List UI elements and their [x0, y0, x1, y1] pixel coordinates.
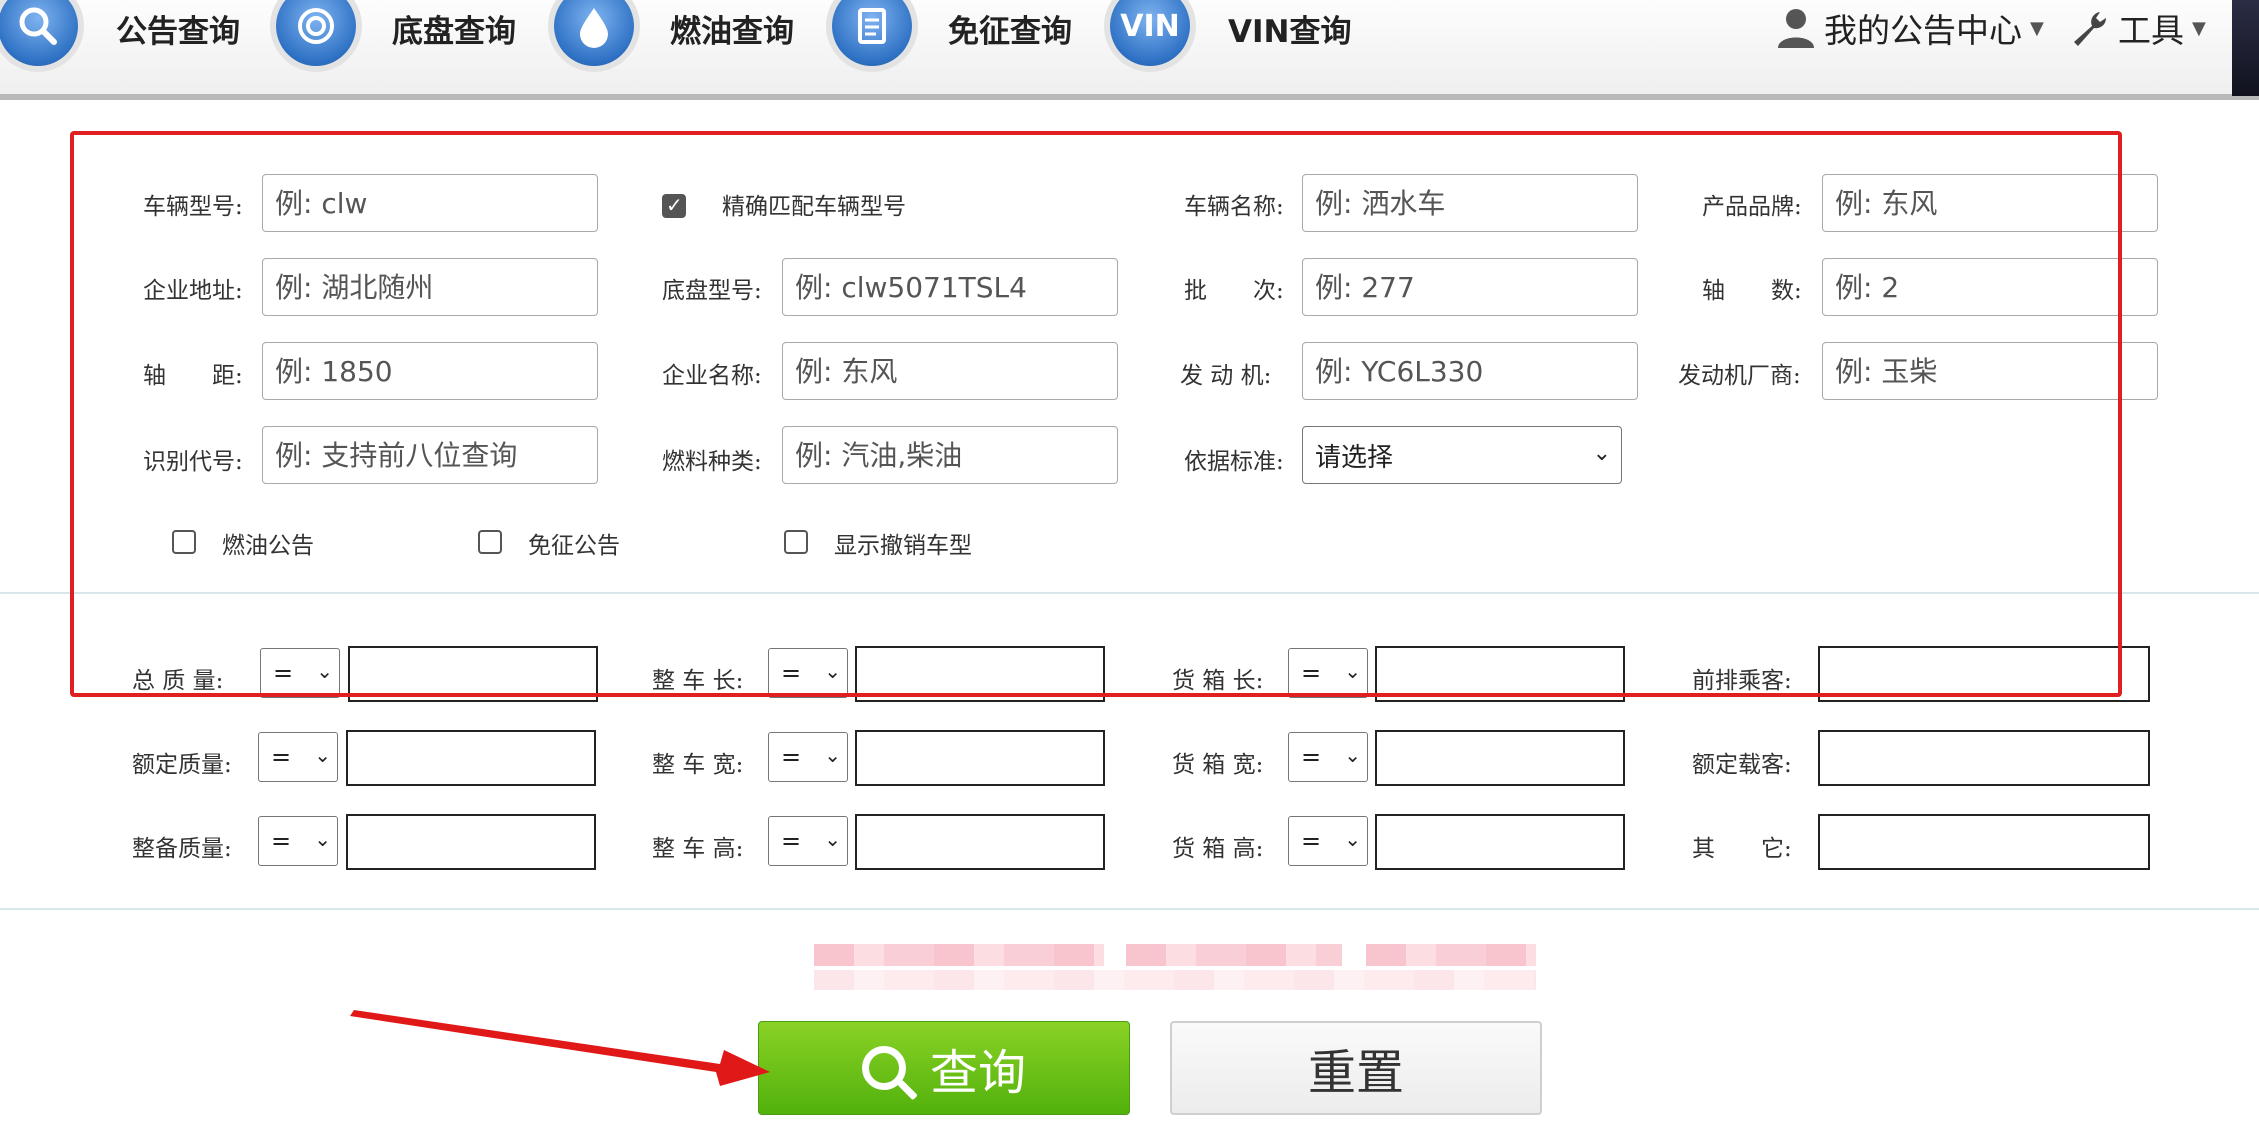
curb-mass-input[interactable]	[346, 814, 596, 870]
operator-value: =	[781, 743, 802, 771]
search-button-label: 查询	[929, 1045, 1026, 1101]
cargo-height-operator[interactable]: = ⌄	[1288, 816, 1368, 866]
document-icon	[832, 0, 912, 66]
vin-icon: VIN	[1110, 0, 1190, 66]
rated-mass-label: 额定质量:	[132, 752, 232, 778]
cargo-width-label: 货 箱 宽:	[1172, 752, 1264, 778]
fuel-drop-icon	[554, 0, 634, 66]
chevron-down-icon: ⌄	[824, 743, 841, 767]
curb-mass-operator[interactable]: = ⌄	[258, 816, 338, 866]
operator-value: =	[271, 827, 292, 855]
cargo-height-input[interactable]	[1375, 814, 1625, 870]
width-input[interactable]	[855, 730, 1105, 786]
cargo-width-operator[interactable]: = ⌄	[1288, 732, 1368, 782]
user-center-label: 我的公告中心	[1824, 11, 2022, 50]
chevron-down-icon: ▼	[2030, 17, 2044, 39]
highlight-frame	[70, 131, 2122, 697]
height-label: 整 车 高:	[652, 836, 744, 862]
rated-passengers-label: 额定载客:	[1692, 752, 1792, 778]
tools-menu[interactable]: 工具 ▼	[2070, 4, 2206, 52]
search-icon	[861, 1046, 906, 1090]
chassis-icon	[276, 0, 356, 66]
cargo-width-input[interactable]	[1375, 730, 1625, 786]
operator-value: =	[1301, 827, 1322, 855]
chevron-down-icon: ⌄	[314, 743, 331, 767]
width-operator[interactable]: = ⌄	[768, 732, 848, 782]
height-operator[interactable]: = ⌄	[768, 816, 848, 866]
vin-badge-text: VIN	[1120, 8, 1180, 44]
top-nav: 公告查询 底盘查询 燃油查询 免征查询 VIN VIN查询 我的公告中心 ▼ 工…	[0, 0, 2259, 100]
nav-label: 燃油查询	[670, 14, 794, 50]
user-center-menu[interactable]: 我的公告中心 ▼	[1776, 4, 2044, 52]
tools-label: 工具	[2118, 11, 2184, 50]
chevron-down-icon: ⌄	[1344, 827, 1361, 851]
operator-value: =	[271, 743, 292, 771]
curb-mass-label: 整备质量:	[132, 836, 232, 862]
reset-button[interactable]: 重置	[1170, 1021, 1542, 1115]
rated-mass-operator[interactable]: = ⌄	[258, 732, 338, 782]
avatar	[2232, 0, 2259, 96]
width-label: 整 车 宽:	[652, 752, 744, 778]
reset-button-label: 重置	[1307, 1045, 1404, 1101]
nav-label: 底盘查询	[392, 14, 516, 50]
chevron-down-icon: ⌄	[314, 827, 331, 851]
other-input[interactable]	[1818, 814, 2150, 870]
rated-mass-input[interactable]	[346, 730, 596, 786]
wrench-icon	[2074, 12, 2107, 46]
nav-label: 免征查询	[948, 14, 1072, 50]
rated-passengers-input[interactable]	[1818, 730, 2150, 786]
nav-label: VIN查询	[1228, 14, 1352, 50]
height-input[interactable]	[855, 814, 1105, 870]
operator-value: =	[1301, 743, 1322, 771]
cargo-height-label: 货 箱 高:	[1172, 836, 1264, 862]
pointer-arrow	[350, 1010, 770, 1086]
chevron-down-icon: ⌄	[824, 827, 841, 851]
user-icon	[1778, 9, 1814, 48]
divider	[0, 908, 2259, 910]
search-icon	[0, 0, 78, 66]
operator-value: =	[781, 827, 802, 855]
other-label: 其 它:	[1692, 836, 1792, 862]
search-button[interactable]: 查询	[758, 1021, 1130, 1115]
chevron-down-icon: ⌄	[1344, 743, 1361, 767]
nav-label: 公告查询	[116, 14, 240, 50]
chevron-down-icon: ▼	[2192, 17, 2206, 39]
